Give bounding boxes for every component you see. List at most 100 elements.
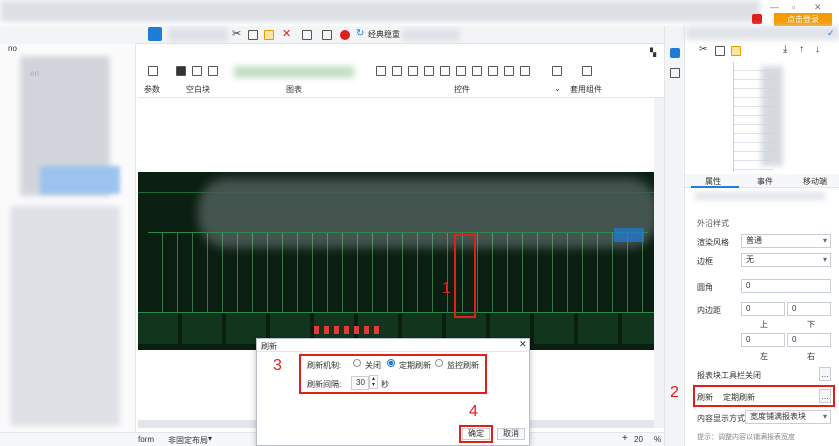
tab-active-indicator xyxy=(691,186,739,188)
notification-icon[interactable] xyxy=(752,14,762,24)
widget-icon[interactable] xyxy=(440,66,450,76)
blank-block-icon-1[interactable] xyxy=(176,66,186,76)
dashboard-blue-accent xyxy=(614,228,644,242)
login-button[interactable]: 点击登录 xyxy=(774,13,832,26)
border-select[interactable]: 无 xyxy=(741,253,831,267)
classic-style-toggle[interactable]: 经典稳重 xyxy=(368,29,400,40)
dialog-titlebar: 刷新 ✕ xyxy=(257,339,529,352)
apply-component-icon[interactable] xyxy=(582,66,592,76)
template-icon[interactable] xyxy=(148,27,162,41)
interval-stepper[interactable]: ▴ ▾ xyxy=(369,375,378,389)
group-label-blank: 空白块 xyxy=(186,85,210,94)
padding-left-input[interactable]: 0 xyxy=(741,333,785,347)
move-bottom-icon[interactable]: ⤓ xyxy=(783,44,787,55)
move-down-icon[interactable]: ↓ xyxy=(815,44,820,55)
dialog-close-icon[interactable]: ✕ xyxy=(519,339,527,350)
chevron-down-icon[interactable]: ⌄ xyxy=(554,84,561,93)
toolbar-value: 关闭 xyxy=(745,371,761,380)
widget-tree-blurred xyxy=(761,66,783,166)
cut-icon[interactable]: ✂ xyxy=(699,44,707,55)
move-up-icon[interactable]: ↑ xyxy=(799,44,804,55)
property-blurred-row xyxy=(695,192,825,200)
edit-icon[interactable]: ✓ xyxy=(827,28,835,39)
radio-periodic-label: 定期刷新 xyxy=(399,361,431,370)
tab-events[interactable]: 事件 xyxy=(757,176,773,187)
toolbar-blurred-right xyxy=(402,29,460,41)
padding-bottom-input[interactable]: 0 xyxy=(787,302,831,316)
paste-icon[interactable] xyxy=(264,30,274,40)
vertical-scrollbar[interactable] xyxy=(654,98,664,428)
radio-off[interactable] xyxy=(353,359,361,367)
widget-icon[interactable] xyxy=(520,66,530,76)
group-label-widgets: 控件 xyxy=(454,85,470,94)
clear-icon[interactable]: ✕ xyxy=(282,27,291,40)
layout-select[interactable]: 非固定布局 xyxy=(168,435,208,446)
annotation-2-box xyxy=(693,385,835,407)
annotation-1-box xyxy=(454,234,476,318)
padding-top-input[interactable]: 0 xyxy=(741,302,785,316)
toolbar-label: 报表块工具栏 xyxy=(697,371,745,380)
blank-block-icon-2[interactable] xyxy=(192,66,202,76)
copy-icon[interactable] xyxy=(715,46,725,56)
left-panel: no en xyxy=(0,26,136,446)
tree-item[interactable]: no xyxy=(8,44,17,53)
component-panel-icon[interactable] xyxy=(670,48,680,58)
content-display-label: 内容显示方式 xyxy=(697,414,745,423)
restore-icon[interactable]: ▫ xyxy=(792,2,795,12)
padding-right-input[interactable]: 0 xyxy=(787,333,831,347)
content-display-select[interactable]: 宽度铺满报表块 xyxy=(745,410,831,424)
widget-icon[interactable] xyxy=(488,66,498,76)
border-label: 边框 xyxy=(697,257,713,266)
badge-icon xyxy=(340,30,350,40)
minimize-icon[interactable]: — xyxy=(770,2,779,12)
tab-mobile[interactable]: 移动端 xyxy=(803,176,827,187)
radius-input[interactable]: 0 xyxy=(741,279,831,293)
toolbar-more-button[interactable]: … xyxy=(819,367,831,381)
close-icon[interactable]: ✕ xyxy=(814,2,822,13)
widget-icon[interactable] xyxy=(408,66,418,76)
blank-block-icon-3[interactable] xyxy=(208,66,218,76)
right-panel: ✓ ✂ ⤓ ↑ ↓ 属性 事件 移动端 外沿样式 渲染风格 普通 边框 无 圆角… xyxy=(684,26,839,446)
radio-periodic[interactable] xyxy=(387,359,395,367)
widget-icon[interactable] xyxy=(552,66,562,76)
cancel-button[interactable]: 取消 xyxy=(497,428,525,440)
widget-icons xyxy=(376,66,576,78)
render-style-select[interactable]: 普通 xyxy=(741,234,831,248)
refresh-more-button[interactable]: … xyxy=(819,389,831,403)
widget-icon[interactable] xyxy=(504,66,514,76)
interval-label: 刷新间隔: xyxy=(307,380,342,389)
title-bar-blurred xyxy=(0,0,760,22)
collapse-icon[interactable]: ▚ xyxy=(650,48,656,57)
property-tabs: 属性 事件 移动端 xyxy=(685,174,839,188)
param-icon[interactable] xyxy=(148,66,158,76)
toolbar-blurred-area xyxy=(168,28,228,42)
dashboard-preview[interactable]: 1 xyxy=(138,172,654,350)
layout-panel-icon[interactable] xyxy=(670,68,680,78)
ok-button[interactable]: 确定 xyxy=(462,428,490,440)
table-icon[interactable] xyxy=(322,30,332,40)
refresh-label: 刷新 xyxy=(697,393,713,402)
form-label: form xyxy=(138,435,154,444)
zoom-unit: % xyxy=(654,435,662,444)
widget-icon[interactable] xyxy=(424,66,434,76)
group-label-chart: 图表 xyxy=(286,85,302,94)
zoom-in-icon[interactable]: + xyxy=(622,433,628,444)
radio-monitor-label: 监控刷新 xyxy=(447,361,479,370)
grid-icon[interactable] xyxy=(302,30,312,40)
interval-unit: 秒 xyxy=(381,380,389,389)
padding-label: 内边距 xyxy=(697,306,721,315)
interval-input[interactable]: 30 xyxy=(351,376,369,390)
widget-icon[interactable] xyxy=(392,66,402,76)
layout-chevron-icon[interactable]: ▾ xyxy=(208,434,212,443)
copy2-icon[interactable] xyxy=(248,30,258,40)
widget-icon[interactable] xyxy=(456,66,466,76)
component-ribbon: 参数 空白块 图表 控件 ⌄ 套用组件 ▚ xyxy=(138,48,664,98)
paste-icon[interactable] xyxy=(731,46,741,56)
group-label-apply: 套用组件 xyxy=(570,85,602,94)
left-panel-selected[interactable] xyxy=(40,166,120,194)
widget-icon[interactable] xyxy=(376,66,386,76)
cut-icon[interactable]: ✂ xyxy=(232,27,241,40)
widget-icon[interactable] xyxy=(472,66,482,76)
radio-monitor[interactable] xyxy=(435,359,443,367)
radius-label: 圆角 xyxy=(697,283,713,292)
